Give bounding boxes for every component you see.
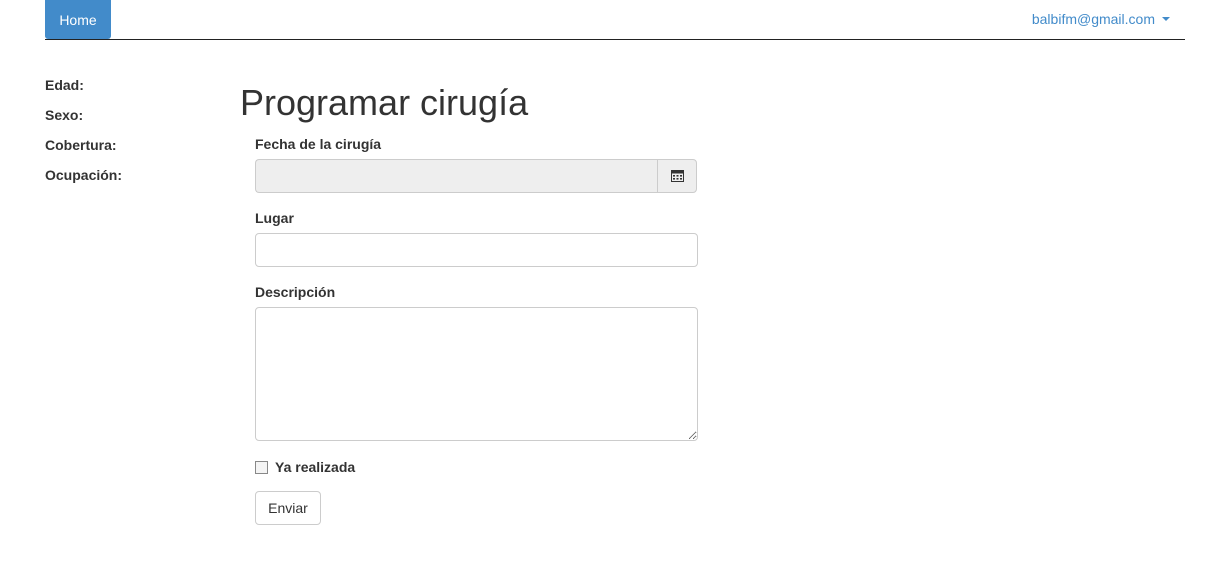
navbar: Home balbifm@gmail.com xyxy=(45,0,1185,40)
date-picker-button[interactable] xyxy=(657,159,697,193)
info-age-label: Edad: xyxy=(45,77,84,93)
info-sex-label: Sexo: xyxy=(45,107,84,123)
place-input[interactable] xyxy=(255,233,698,267)
surgery-form: Fecha de la cirugía Lugar Descripción Ya… xyxy=(255,136,698,525)
page-title: Programar cirugía xyxy=(240,82,529,123)
caret-down-icon xyxy=(1162,17,1170,21)
place-label: Lugar xyxy=(255,210,294,226)
user-email: balbifm@gmail.com xyxy=(1031,11,1155,27)
calendar-icon xyxy=(670,170,684,182)
submit-button[interactable]: Enviar xyxy=(255,491,321,525)
user-menu[interactable]: balbifm@gmail.com xyxy=(1032,11,1170,27)
date-field[interactable] xyxy=(255,159,657,193)
info-occupation-label: Ocupación: xyxy=(45,167,123,183)
description-textarea[interactable] xyxy=(255,307,698,441)
date-input-group xyxy=(255,159,697,193)
home-button[interactable]: Home xyxy=(45,0,111,39)
done-checkbox-row: Ya realizada xyxy=(255,458,698,476)
done-checkbox-label: Ya realizada xyxy=(275,459,356,475)
description-label: Descripción xyxy=(255,284,336,300)
patient-info: Edad: Sexo: Cobertura: Ocupación: xyxy=(45,77,122,197)
info-coverage-label: Cobertura: xyxy=(45,137,117,153)
date-label: Fecha de la cirugía xyxy=(255,136,382,152)
done-checkbox[interactable] xyxy=(255,460,268,474)
